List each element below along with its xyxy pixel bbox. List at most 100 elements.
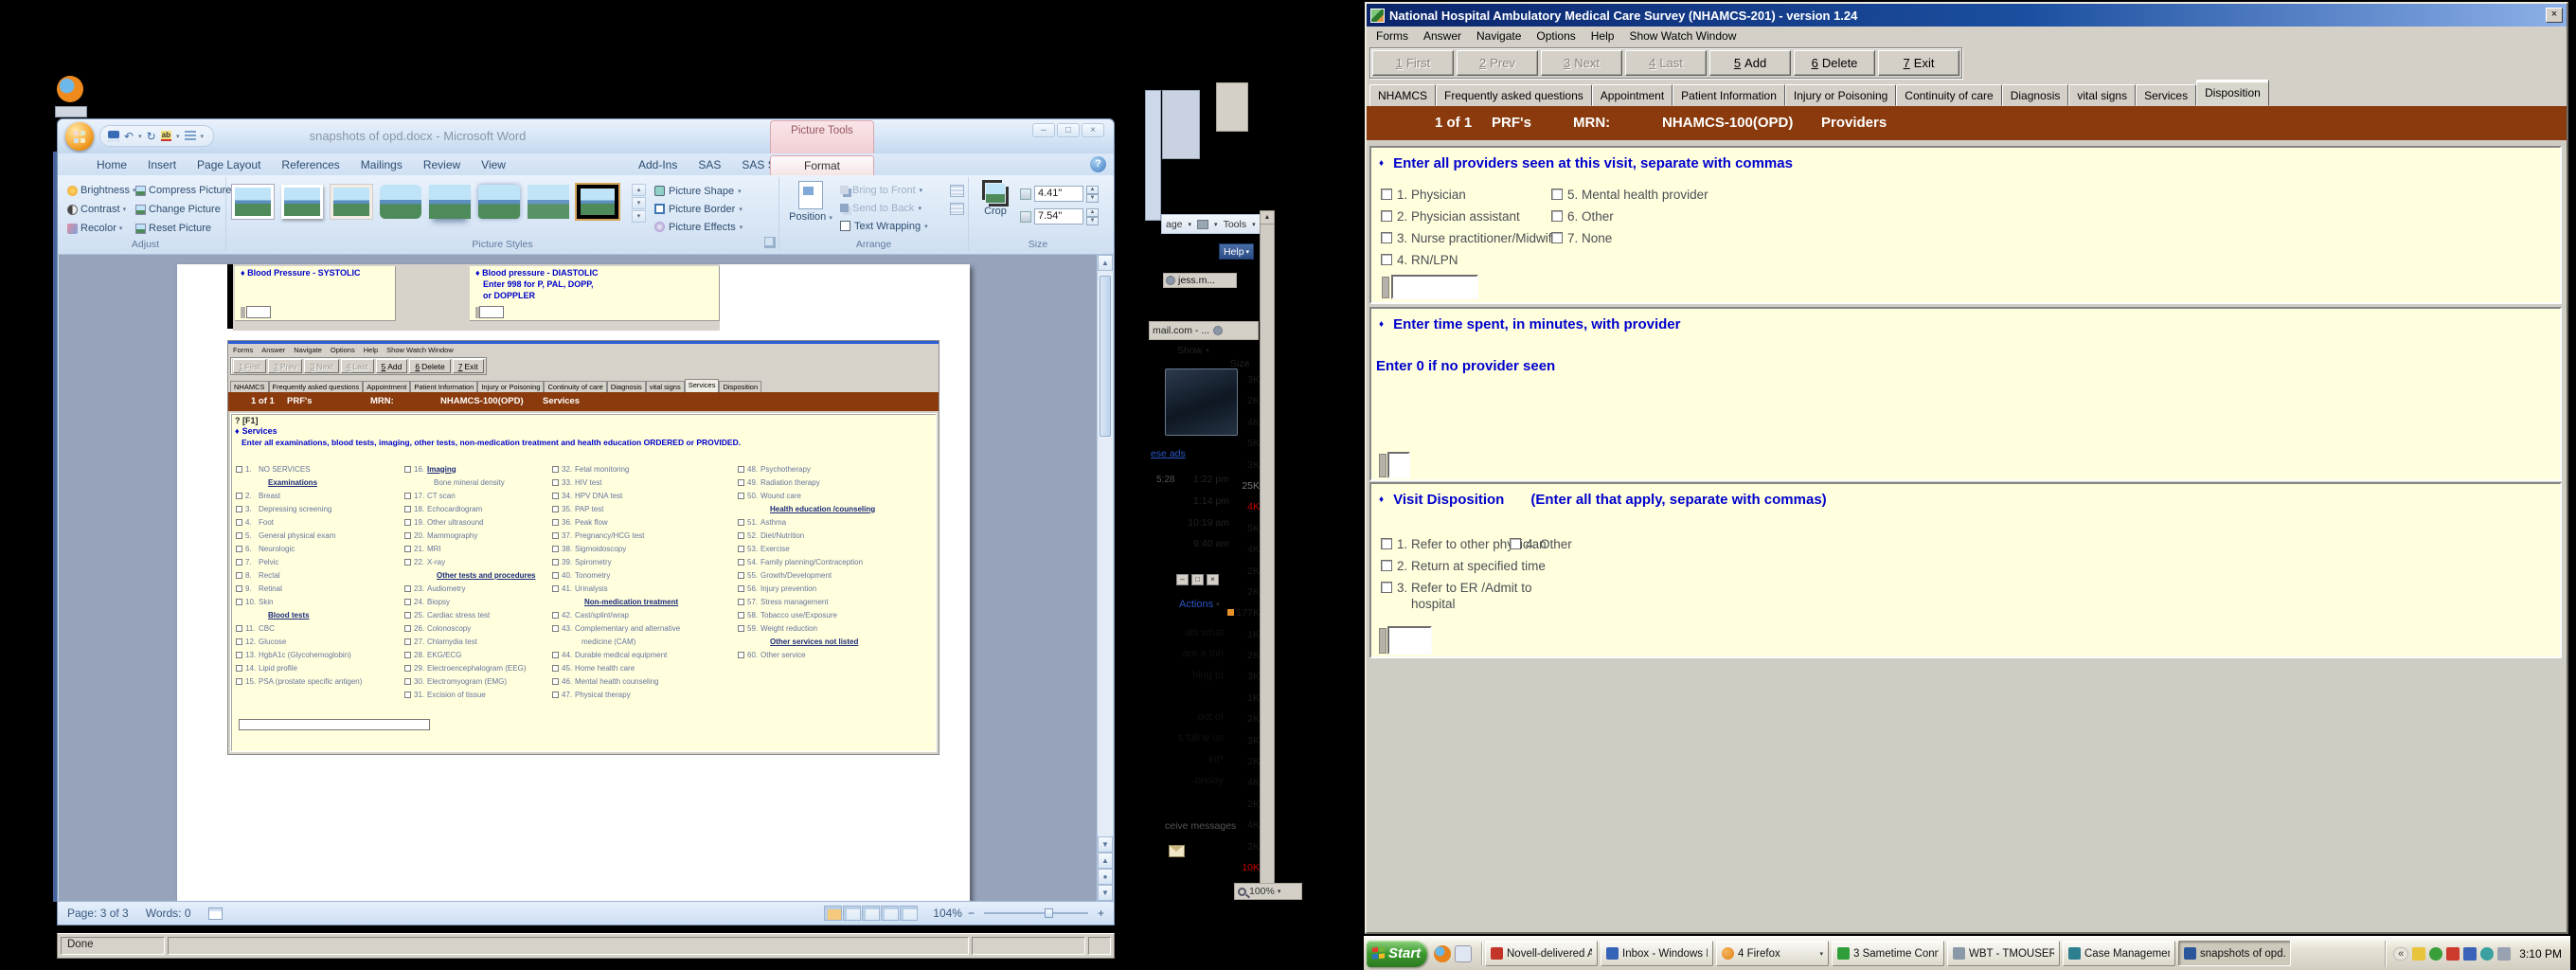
tray-icon[interactable] — [2412, 946, 2426, 961]
picture-style-thumbnail[interactable] — [478, 185, 520, 219]
scroll-up-icon[interactable]: ▲ — [1261, 211, 1274, 225]
tray-collapse-icon[interactable]: « — [2393, 946, 2409, 961]
ribbon-button[interactable]: Picture Shape ▾ — [654, 182, 742, 200]
zoom-in-icon[interactable]: + — [1098, 907, 1104, 920]
time-spent-input[interactable] — [1387, 452, 1410, 478]
print-layout-view-icon[interactable] — [824, 906, 843, 921]
ribbon-button[interactable]: Reset Picture — [135, 219, 237, 238]
crop-button[interactable]: Crop — [975, 180, 1016, 217]
close-button[interactable]: × — [2546, 8, 2563, 23]
shape-height-field[interactable]: 4.41" — [1034, 186, 1083, 202]
zoom-slider-thumb[interactable] — [1044, 908, 1053, 918]
nav-button[interactable]: 1 First — [1372, 49, 1454, 76]
align-icon[interactable] — [950, 185, 964, 197]
restore-button[interactable]: □ — [1191, 574, 1204, 585]
email-subject-fragment[interactable]: hing to — [1142, 670, 1224, 691]
checkbox[interactable] — [1381, 560, 1392, 571]
help-icon[interactable]: ? — [1090, 156, 1106, 172]
provider-option[interactable]: 1. Physician — [1381, 188, 1559, 202]
proofing-icon[interactable] — [207, 907, 223, 920]
email-subject-fragment[interactable]: are a ton — [1142, 648, 1224, 669]
checkbox[interactable] — [1381, 582, 1392, 593]
picture-style-thumbnail[interactable] — [380, 185, 421, 219]
form-tab[interactable]: Services — [2136, 84, 2197, 106]
ribbon-tab[interactable]: Page Layout — [187, 154, 271, 175]
taskbar-button[interactable]: 4 Firefox ▾ — [1716, 941, 1829, 966]
checkbox[interactable] — [1551, 232, 1563, 243]
close-button[interactable]: × — [1207, 574, 1219, 585]
browse-next-icon[interactable]: ▼ — [1098, 885, 1113, 901]
email-subject-fragment[interactable]: onday — [1142, 775, 1224, 796]
ribbon-tab-format[interactable]: Format — [770, 155, 874, 175]
taskbar-button[interactable]: Novell-delivered App... — [1485, 941, 1598, 966]
nav-button[interactable]: 3 Next — [1541, 49, 1622, 76]
email-subject-fragment[interactable]: s fall w us — [1142, 732, 1224, 753]
minimize-button[interactable]: – — [1032, 123, 1055, 137]
picture-style-thumbnail[interactable] — [281, 185, 323, 219]
ribbon-button[interactable]: Picture Border ▾ — [654, 200, 742, 218]
tray-icon[interactable] — [2480, 946, 2495, 961]
menu-item[interactable]: Show Watch Window — [1621, 29, 1744, 43]
nav-button[interactable]: 7 Exit — [1878, 49, 1959, 76]
ribbon-tab[interactable]: SAS — [688, 154, 731, 175]
mail-quicklaunch-icon[interactable] — [1455, 944, 1472, 962]
disposition-option[interactable]: 3. Refer to ER /Admit to hospital — [1381, 581, 1547, 611]
provider-option[interactable]: 2. Physician assistant — [1381, 209, 1559, 224]
form-tab[interactable]: NHAMCS — [1369, 84, 1437, 106]
actions-dropdown[interactable]: Actions ▾ — [1179, 599, 1220, 610]
checkbox[interactable] — [1551, 189, 1563, 200]
ribbon-button[interactable]: Recolor ▾ — [67, 219, 136, 238]
checkbox[interactable] — [1381, 254, 1392, 265]
document-page[interactable]: ♦ Blood Pressure - SYSTOLIC ♦ Blood pres… — [177, 264, 970, 901]
taskbar-button[interactable]: Inbox - Windows Int... — [1601, 941, 1713, 966]
gallery-down-icon[interactable]: ▾ — [632, 197, 646, 209]
email-subject-fragment[interactable]: int* — [1142, 754, 1224, 775]
position-button[interactable]: Position ▾ — [785, 181, 836, 236]
width-spinner[interactable]: ▲ ▼ — [1086, 208, 1099, 225]
ribbon-tab[interactable]: Add-Ins — [628, 154, 688, 175]
provider-option[interactable]: 4. RN/LPN — [1381, 253, 1559, 267]
ribbon-button[interactable]: Compress Pictures — [135, 181, 237, 200]
provider-option[interactable]: 6. Other — [1551, 209, 1708, 224]
tray-icon[interactable] — [2497, 946, 2512, 961]
ribbon-tab[interactable]: Insert — [137, 154, 187, 175]
close-button[interactable]: × — [1082, 123, 1104, 137]
background-scrollbar-fragment[interactable]: ▲ — [1260, 210, 1275, 885]
taskbar-button[interactable]: Case Management S... — [2063, 941, 2175, 966]
email-subject-fragment[interactable] — [1142, 691, 1224, 711]
ribbon-button[interactable]: Change Picture — [135, 200, 237, 219]
zoom-slider[interactable] — [983, 908, 1088, 918]
show-dropdown[interactable]: Show ▾ — [1177, 343, 1230, 357]
zoom-out-icon[interactable]: − — [968, 907, 975, 920]
form-tab[interactable]: Disposition — [2196, 80, 2269, 106]
checkbox[interactable] — [1381, 538, 1392, 549]
scroll-up-icon[interactable]: ▲ — [1098, 255, 1113, 271]
disposition-option[interactable]: 2. Return at specified time — [1381, 559, 1547, 573]
tray-icon[interactable] — [2429, 946, 2443, 961]
email-subject-fragment[interactable]: ats what — [1142, 627, 1224, 648]
start-button[interactable]: Start — [1367, 940, 1427, 967]
ads-link-fragment[interactable]: ese ads — [1151, 448, 1186, 459]
disposition-option[interactable]: 4. Other — [1510, 537, 1572, 551]
checkbox[interactable] — [1510, 538, 1521, 549]
draft-view-icon[interactable] — [900, 906, 919, 921]
gallery-more-icon[interactable]: ▾ — [632, 210, 646, 223]
menu-item[interactable]: Navigate — [1469, 29, 1529, 43]
taskbar-button[interactable]: WBT - TMOUSER.exe — [1947, 941, 2060, 966]
gallery-up-icon[interactable]: ▴ — [632, 184, 646, 196]
ribbon-tab[interactable]: Home — [86, 154, 137, 175]
shape-width-field[interactable]: 7.54" — [1034, 208, 1083, 225]
provider-option[interactable]: 3. Nurse practitioner/Midwife — [1381, 231, 1559, 245]
ribbon-tab[interactable]: Review — [413, 154, 471, 175]
ribbon-button[interactable]: Bring to Front ▾ — [840, 181, 928, 199]
form-tab[interactable]: Injury or Poisoning — [1784, 84, 1897, 106]
ribbon-tab[interactable]: References — [271, 154, 349, 175]
picture-style-thumbnail-selected[interactable] — [575, 183, 620, 221]
taskbar-button[interactable]: 3 Sametime Conne... — [1832, 941, 1944, 966]
provider-option[interactable]: 5. Mental health provider — [1551, 188, 1708, 202]
picture-style-thumbnail[interactable] — [330, 184, 373, 220]
tray-icon[interactable] — [2446, 946, 2460, 961]
menu-item[interactable]: Help — [1583, 29, 1622, 43]
web-layout-view-icon[interactable] — [862, 906, 881, 921]
browse-previous-icon[interactable]: ▲ — [1098, 853, 1113, 869]
